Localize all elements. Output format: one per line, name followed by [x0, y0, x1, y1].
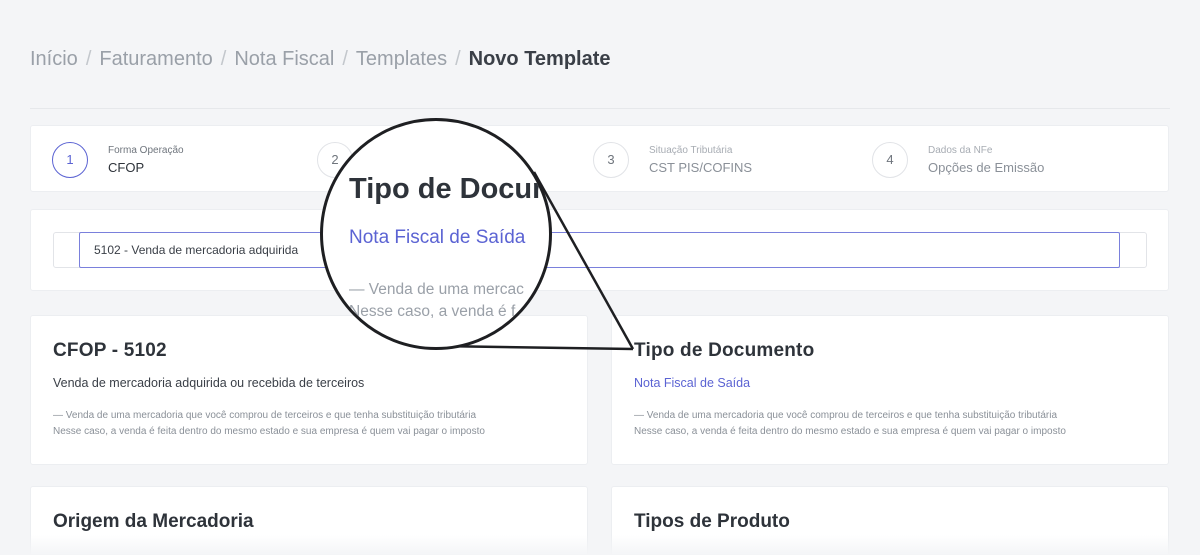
tipos-produto-title: Tipos de Produto [634, 511, 790, 532]
cfop-select[interactable]: 5102 - Venda de mercadoria adquirida [79, 232, 1120, 268]
step-number: 4 [872, 141, 908, 178]
breadcrumb-nota-fiscal[interactable]: Nota Fiscal [234, 48, 334, 70]
breadcrumb-separator: / [85, 48, 92, 70]
tipo-documento-card: Tipo de Documento Nota Fiscal de Saída —… [611, 315, 1169, 465]
magnifier-link: Nota Fiscal de Saída [349, 227, 526, 248]
step-title: CST PIS/COFINS [649, 159, 753, 175]
breadcrumb-templates[interactable]: Templates [356, 48, 447, 70]
header-divider [30, 108, 1170, 109]
cfop-card-desc-line2: Nesse caso, a venda é feita dentro do me… [53, 426, 485, 437]
cfop-card: CFOP - 5102 Venda de mercadoria adquirid… [30, 315, 588, 465]
cfop-select-value: 5102 - Venda de mercadoria adquirida [94, 243, 299, 257]
magnifier-lens: Tipo de Docum Nota Fiscal de Saída — Ven… [320, 118, 552, 350]
step-subtitle: Situação Tributária [649, 144, 733, 156]
cfop-card-primary: Venda de mercadoria adquirida ou recebid… [53, 376, 365, 390]
breadcrumb: Início / Faturamento / Nota Fiscal / Templates… [30, 48, 611, 71]
magnifier-title: Tipo de Docum [349, 173, 552, 205]
magnifier-desc-line2: Nesse caso, a venda é f [349, 303, 516, 320]
step-dados-nfe[interactable]: 4 Dados da NFe Opções de Emissão [872, 126, 1044, 193]
cfop-card-title: CFOP - 5102 [53, 340, 167, 361]
step-number: 1 [52, 141, 88, 178]
cfop-card-desc-line1: — Venda de uma mercadoria que você compr… [53, 410, 477, 421]
step-subtitle: Dados da NFe [928, 144, 993, 156]
cfop-select-card: 5102 - Venda de mercadoria adquirida [30, 209, 1169, 291]
tipo-documento-link[interactable]: Nota Fiscal de Saída [634, 376, 1146, 390]
breadcrumb-inicio[interactable]: Início [30, 48, 78, 70]
stepper: 1 Forma Operação CFOP 2 3 Situação Tribu… [30, 125, 1169, 192]
step-forma-operacao[interactable]: 1 Forma Operação CFOP [52, 126, 184, 193]
bottom-fade [0, 535, 1200, 555]
step-title: CFOP [108, 159, 145, 175]
tipo-documento-desc-line1: — Venda de uma mercadoria que você compr… [634, 410, 1058, 421]
origem-mercadoria-title: Origem da Mercadoria [53, 511, 254, 532]
breadcrumb-separator: / [455, 48, 461, 70]
tipo-documento-title: Tipo de Documento [634, 340, 815, 361]
step-number: 3 [593, 141, 629, 178]
step-title: Opções de Emissão [928, 159, 1045, 175]
magnifier-desc-line1: — Venda de uma mercac [349, 281, 524, 298]
tipo-documento-desc-line2: Nesse caso, a venda é feita dentro do me… [634, 426, 1066, 437]
breadcrumb-separator: / [342, 48, 348, 70]
breadcrumb-separator: / [220, 48, 227, 70]
magnifier-desc: — Venda de uma mercac Nesse caso, a vend… [349, 279, 524, 323]
breadcrumb-current: Novo Template [468, 48, 611, 70]
breadcrumb-faturamento[interactable]: Faturamento [99, 48, 212, 70]
step-situacao-tributaria[interactable]: 3 Situação Tributária CST PIS/COFINS [593, 126, 752, 193]
step-subtitle: Forma Operação [108, 144, 184, 156]
